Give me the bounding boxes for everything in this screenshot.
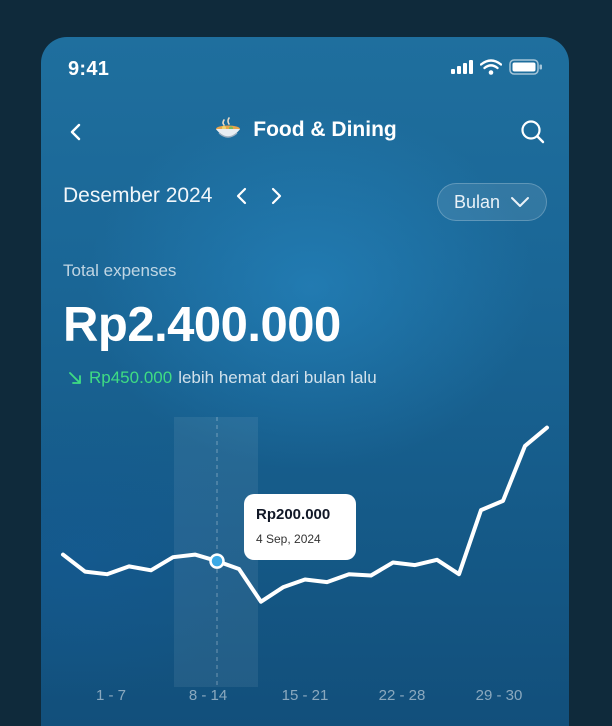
data-point[interactable] <box>237 567 241 571</box>
chevron-down-icon <box>511 197 530 207</box>
saving-text: lebih hemat dari bulan lalu <box>178 368 377 387</box>
title-group: Food & Dining <box>41 117 569 143</box>
data-point[interactable] <box>303 577 307 581</box>
trend-down-arrow-icon <box>69 372 81 384</box>
period-selector-label: Bulan <box>453 191 501 212</box>
data-point[interactable] <box>149 568 153 572</box>
top-nav: Food & Dining <box>41 109 569 157</box>
data-point[interactable] <box>413 563 417 567</box>
x-axis-tick-label: 22 - 28 <box>378 687 426 704</box>
month-navigator: Desember 2024 <box>63 184 288 208</box>
tooltip-date: 4 Sep, 2024 <box>256 532 321 546</box>
battery-icon <box>509 59 542 75</box>
data-point[interactable] <box>83 570 87 574</box>
cellular-signal-icon <box>451 60 473 74</box>
chevron-left-icon <box>237 187 247 205</box>
saving-comparison: Rp450.000 lebih hemat dari bulan lalu <box>67 368 377 388</box>
data-point[interactable] <box>545 426 549 430</box>
next-month-button[interactable] <box>264 184 288 208</box>
tooltip-amount: Rp200.000 <box>256 506 331 523</box>
data-point[interactable] <box>391 560 395 564</box>
x-axis-labels: 1 - 7 8 - 14 15 - 21 22 - 28 29 - 30 <box>41 687 569 709</box>
data-point[interactable] <box>435 558 439 562</box>
data-point[interactable] <box>105 572 109 576</box>
data-point[interactable] <box>523 444 527 448</box>
data-point[interactable] <box>457 572 461 576</box>
data-point[interactable] <box>325 580 329 584</box>
selected-point-marker[interactable] <box>209 553 225 569</box>
status-time: 9:41 <box>68 58 110 80</box>
total-expenses-label: Total expenses <box>63 261 177 280</box>
data-point[interactable] <box>171 555 175 559</box>
data-point[interactable] <box>369 574 373 578</box>
page-title: Food & Dining <box>253 118 397 141</box>
data-point[interactable] <box>281 585 285 589</box>
expense-line-chart[interactable] <box>41 417 569 726</box>
data-point[interactable] <box>479 508 483 512</box>
food-bowl-icon <box>216 117 241 138</box>
status-bar: 9:41 <box>41 37 569 101</box>
phone-screen: 9:41 Food & Dining Desember 2024 Bulan T… <box>41 37 569 726</box>
chart-tooltip: Rp200.000 4 Sep, 2024 <box>244 494 356 560</box>
total-expenses-amount: Rp2.400.000 <box>63 298 341 352</box>
data-point[interactable] <box>259 600 263 604</box>
month-label: Desember 2024 <box>63 184 213 207</box>
x-axis-tick-label: 1 - 7 <box>95 687 127 704</box>
data-point[interactable] <box>501 499 505 503</box>
previous-month-button[interactable] <box>230 184 254 208</box>
x-axis-tick-label: 8 - 14 <box>188 687 228 704</box>
chevron-right-icon <box>272 187 282 205</box>
status-icons <box>451 59 543 75</box>
data-point[interactable] <box>127 564 131 568</box>
wifi-icon <box>480 59 502 75</box>
period-selector[interactable]: Bulan <box>437 183 547 221</box>
x-axis-tick-label: 15 - 21 <box>281 687 329 704</box>
data-point[interactable] <box>61 553 65 557</box>
saving-amount: Rp450.000 <box>89 368 173 387</box>
data-point[interactable] <box>193 553 197 557</box>
search-button[interactable] <box>519 118 547 146</box>
data-point[interactable] <box>347 572 351 576</box>
x-axis-tick-label: 29 - 30 <box>475 687 523 704</box>
search-icon <box>521 120 545 144</box>
